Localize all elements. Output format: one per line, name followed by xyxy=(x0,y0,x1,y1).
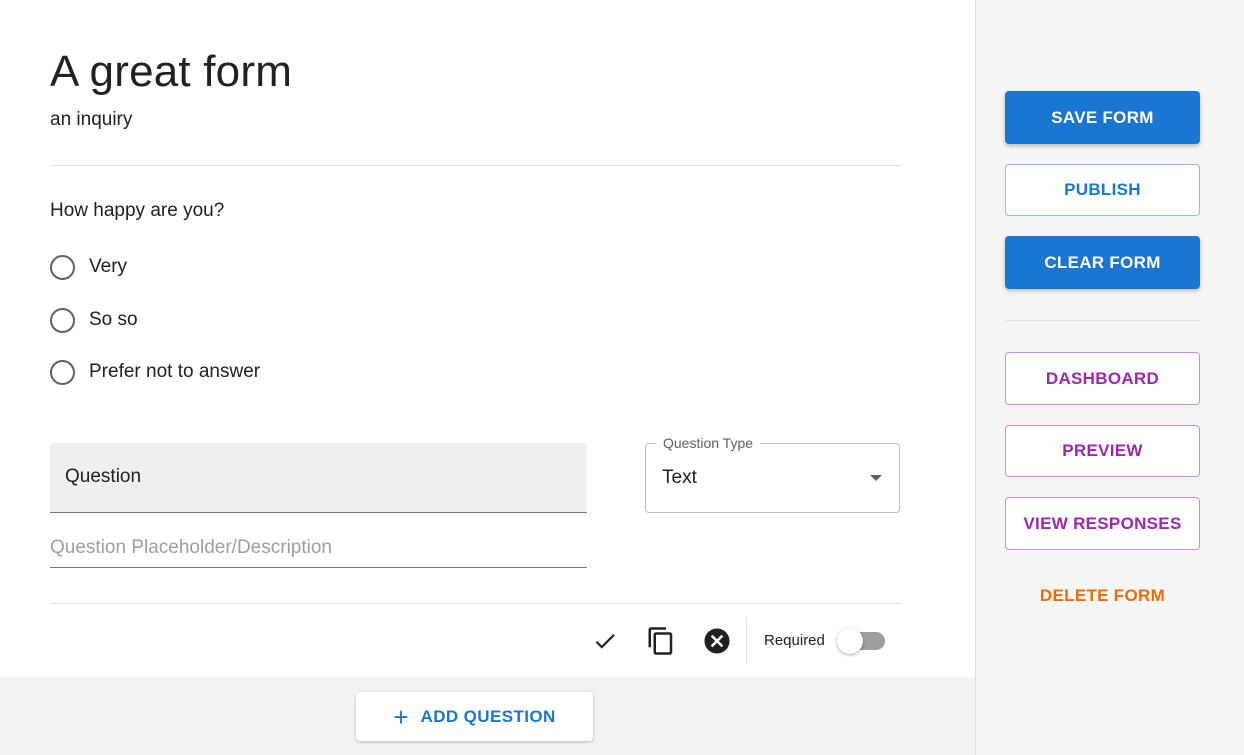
question-input-label: Question xyxy=(65,466,142,487)
form-editor: A great form an inquiry How happy are yo… xyxy=(0,0,975,755)
toolbar-divider xyxy=(746,617,747,664)
radio-unchecked-icon[interactable] xyxy=(50,254,75,280)
radio-option-label: So so xyxy=(89,309,138,330)
description-input[interactable]: Question Placeholder/Description xyxy=(50,530,587,568)
clear-form-button[interactable]: CLEAR FORM xyxy=(1005,236,1200,289)
radio-option-very[interactable]: Very xyxy=(50,254,127,280)
divider xyxy=(50,603,901,604)
add-question-button[interactable]: + ADD QUESTION xyxy=(356,692,593,741)
required-toggle-thumb[interactable] xyxy=(837,628,863,654)
radio-option-label: Very xyxy=(89,256,128,277)
divider xyxy=(50,165,901,166)
save-form-button[interactable]: SAVE FORM xyxy=(1005,91,1200,144)
plus-icon: + xyxy=(393,701,409,732)
radio-unchecked-icon[interactable] xyxy=(50,359,75,385)
radio-option-so-so[interactable]: So so xyxy=(50,307,138,333)
copy-icon[interactable] xyxy=(643,623,679,659)
dashboard-button[interactable]: DASHBOARD xyxy=(1005,352,1200,405)
preview-button[interactable]: PREVIEW xyxy=(1005,425,1200,477)
question-input[interactable]: Question xyxy=(50,443,587,513)
check-icon[interactable] xyxy=(587,623,623,659)
publish-button[interactable]: PUBLISH xyxy=(1005,164,1200,216)
form-subtitle: an inquiry xyxy=(50,109,133,130)
dropdown-arrow-icon xyxy=(870,475,882,481)
radio-option-label: Prefer not to answer xyxy=(89,361,261,382)
question-label: How happy are you? xyxy=(50,200,225,221)
question-type-select[interactable]: Question Type Text xyxy=(645,434,900,513)
question-type-legend: Question Type xyxy=(656,434,761,452)
radio-unchecked-icon[interactable] xyxy=(50,307,75,333)
form-title: A great form xyxy=(50,47,293,96)
delete-form-button[interactable]: DELETE FORM xyxy=(1005,569,1200,622)
description-placeholder: Question Placeholder/Description xyxy=(50,537,332,558)
delete-circle-icon[interactable] xyxy=(699,623,735,659)
radio-option-prefer-not[interactable]: Prefer not to answer xyxy=(50,359,260,385)
add-question-label: ADD QUESTION xyxy=(420,706,556,726)
view-responses-button[interactable]: VIEW RESPONSES xyxy=(1005,497,1200,550)
sidebar-divider xyxy=(1005,320,1200,321)
question-type-value: Text xyxy=(662,467,697,488)
required-label: Required xyxy=(764,632,825,649)
